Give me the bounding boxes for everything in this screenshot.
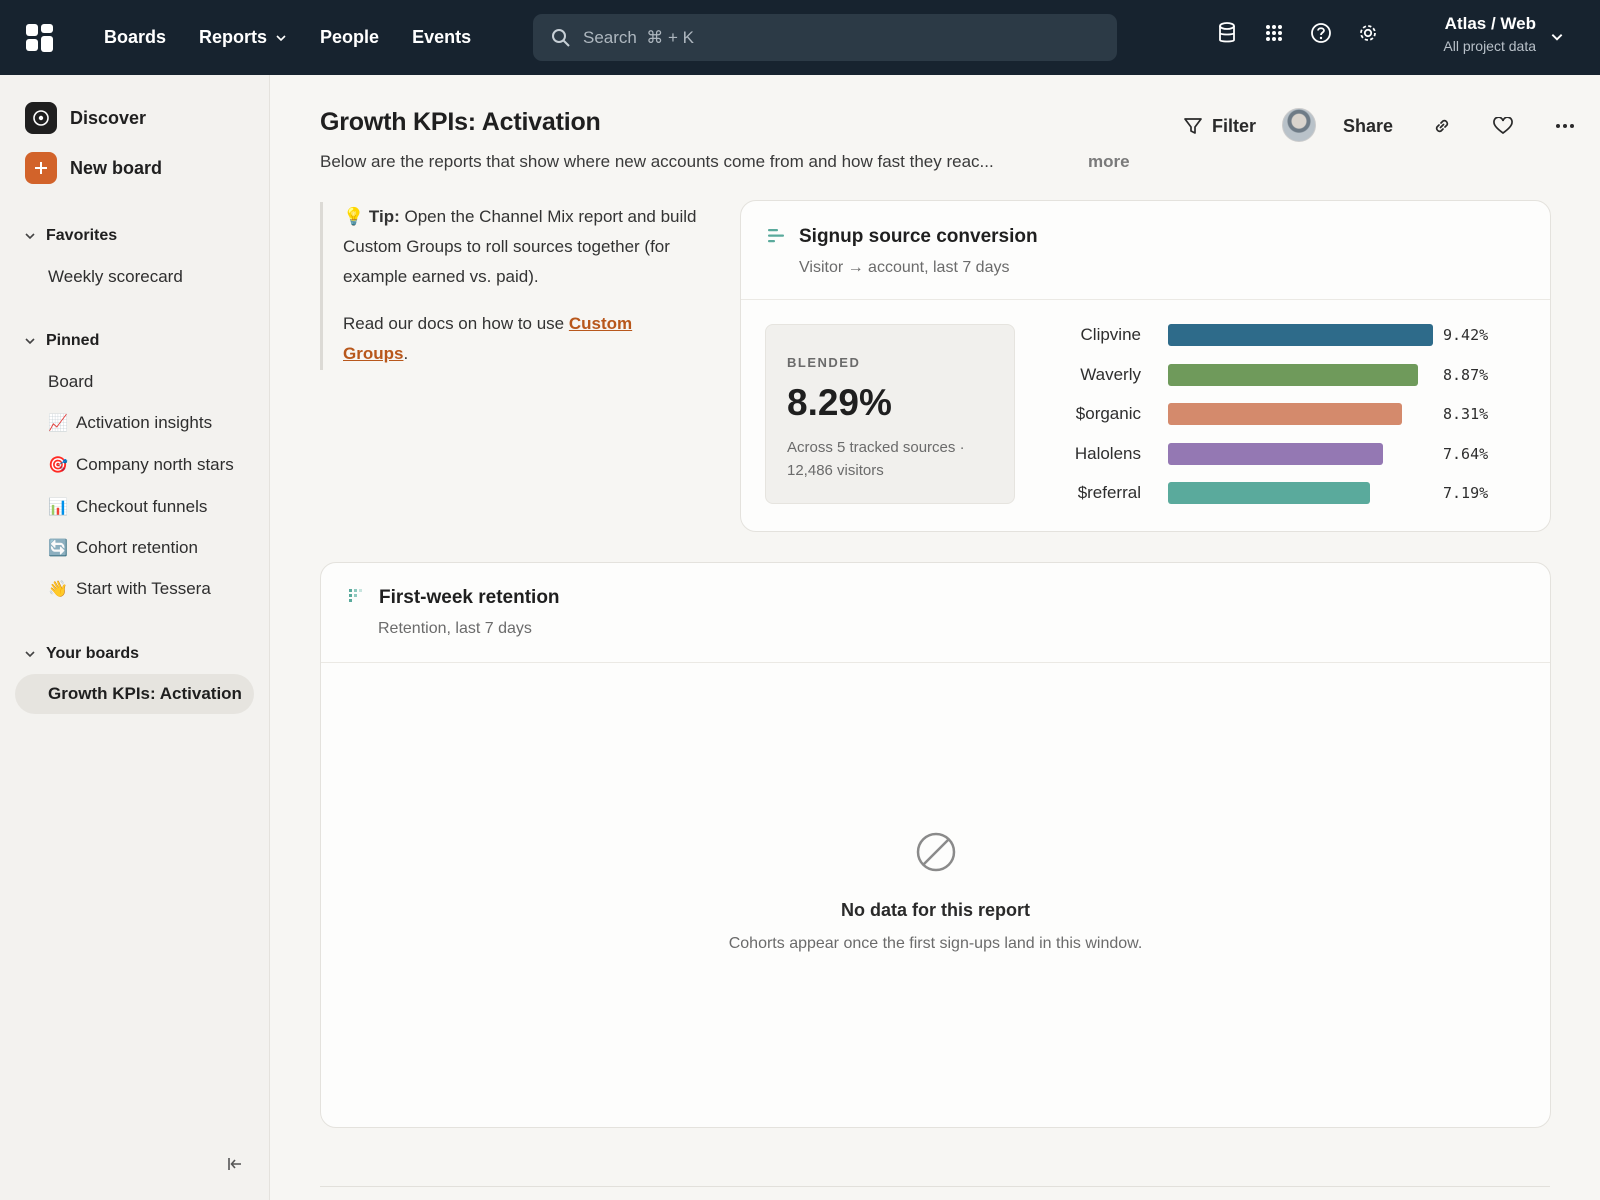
- bar-row[interactable]: Clipvine 9.42%: [1041, 323, 1511, 349]
- bar-value-label: 7.64%: [1443, 444, 1489, 463]
- project-scope: All project data: [1443, 38, 1536, 54]
- top-bar: Boards Reports People Events Atlas / Web…: [0, 0, 1600, 75]
- bar-row[interactable]: $referral 7.19%: [1041, 481, 1511, 507]
- retention-grid-icon: [349, 589, 362, 602]
- no-data-icon: [916, 832, 955, 872]
- more-link[interactable]: more: [1088, 152, 1130, 172]
- card-title[interactable]: Signup source conversion: [799, 226, 1038, 248]
- divider: [320, 1186, 1550, 1187]
- discover-link[interactable]: Discover: [25, 102, 146, 134]
- chevron-down-icon: [25, 233, 35, 240]
- lightbulb-icon: 💡: [343, 207, 365, 226]
- avatar[interactable]: [1282, 108, 1316, 142]
- sidebar-item-weekly-scorecard[interactable]: Weekly scorecard: [48, 267, 183, 287]
- wave-hand-icon: 👋: [48, 581, 68, 598]
- nav-reports[interactable]: Reports: [199, 27, 287, 48]
- pinned-section-toggle[interactable]: Pinned: [24, 332, 99, 350]
- sidebar-item-board[interactable]: Board: [48, 372, 93, 392]
- plus-icon: [25, 152, 57, 184]
- sidebar-item-start-with-tessera[interactable]: 👋 Start with Tessera: [48, 579, 211, 599]
- target-icon: 🎯: [48, 457, 68, 474]
- bar: [1168, 482, 1371, 504]
- bar-label: $referral: [1077, 483, 1141, 502]
- project-name: Atlas / Web: [1444, 14, 1536, 33]
- bar-row[interactable]: $organic 8.31%: [1041, 402, 1511, 428]
- blended-label: BLENDED: [787, 355, 861, 370]
- bar-label: Halolens: [1074, 443, 1141, 463]
- signup-source-conversion-card: Signup source conversion Visitor → accou…: [740, 200, 1551, 532]
- card-divider: [321, 662, 1550, 663]
- card-divider: [741, 299, 1550, 300]
- bar-value-label: 7.19%: [1443, 484, 1489, 502]
- tip-label: Tip:: [368, 207, 400, 226]
- bar-value-label: 8.31%: [1443, 405, 1489, 423]
- search-icon: [552, 28, 570, 47]
- bar: [1168, 363, 1418, 386]
- share-button[interactable]: Share: [1343, 116, 1393, 137]
- tip-callout: 💡 Tip: Open the Channel Mix report and b…: [320, 202, 700, 370]
- heart-icon[interactable]: [1491, 114, 1515, 138]
- main-nav: Boards Reports People Events: [104, 0, 471, 75]
- nav-events[interactable]: Events: [412, 27, 471, 48]
- bar-label: Clipvine: [1080, 325, 1141, 344]
- help-icon[interactable]: [1310, 22, 1332, 44]
- favorites-section-toggle[interactable]: Favorites: [24, 227, 117, 245]
- card-subtitle: Visitor → account, last 7 days: [799, 259, 1010, 276]
- chevron-down-icon: [25, 651, 35, 658]
- apps-grid-icon[interactable]: [1263, 22, 1285, 44]
- filter-icon: [1184, 118, 1202, 134]
- blended-note: Across 5 tracked sources · 12,486 visito…: [787, 439, 965, 479]
- compass-icon: [25, 102, 57, 134]
- database-icon[interactable]: [1216, 22, 1238, 44]
- bar-chart-icon: [768, 229, 784, 243]
- docs-prefix: Read our docs on how to use: [343, 314, 565, 333]
- search-input[interactable]: [583, 27, 1083, 48]
- chevron-down-icon[interactable]: [1550, 30, 1564, 44]
- sidebar-item-checkout-funnels[interactable]: 📊 Checkout funnels: [48, 497, 207, 517]
- sidebar-item-activation-insights[interactable]: 📈 Activation insights: [48, 413, 212, 433]
- nav-people[interactable]: People: [320, 27, 379, 48]
- bar-chart-icon: 📊: [48, 499, 68, 516]
- collapse-sidebar-icon[interactable]: [226, 1155, 244, 1173]
- blended-value: 8.29%: [787, 382, 892, 423]
- sidebar-item-company-north-stars[interactable]: 🎯 Company north stars: [48, 455, 234, 475]
- settings-icon[interactable]: [1357, 22, 1379, 44]
- new-board-button[interactable]: New board: [25, 152, 162, 184]
- sidebar-item-growth-kpis-activation[interactable]: Growth KPIs: Activation: [15, 674, 254, 714]
- bar: [1168, 403, 1402, 425]
- chevron-down-icon: [276, 34, 286, 41]
- link-icon[interactable]: [1430, 114, 1454, 138]
- blended-summary: BLENDED 8.29% Across 5 tracked sources ·…: [765, 324, 1015, 504]
- filter-button[interactable]: Filter: [1183, 106, 1256, 146]
- card-title[interactable]: First-week retention: [379, 587, 560, 609]
- sidebar-item-cohort-retention[interactable]: 🔄 Cohort retention: [48, 538, 198, 558]
- board-description: Below are the reports that show where ne…: [320, 152, 994, 171]
- chart-up-icon: 📈: [48, 415, 68, 432]
- search-bar[interactable]: [533, 14, 1117, 61]
- nav-boards[interactable]: Boards: [104, 27, 166, 48]
- more-options-icon[interactable]: [1553, 114, 1577, 138]
- bar-label: $organic: [1075, 404, 1141, 423]
- empty-state-title: No data for this report: [840, 900, 1030, 920]
- top-icons: [1216, 22, 1379, 44]
- bar-row[interactable]: Waverly 8.87%: [1041, 363, 1511, 389]
- page-title: Growth KPIs: Activation: [320, 108, 601, 136]
- app-logo-icon[interactable]: [26, 24, 54, 52]
- bar-value-label: 8.87%: [1443, 365, 1489, 384]
- first-week-retention-card: First-week retention Retention, last 7 d…: [320, 562, 1551, 1128]
- empty-state-text: Cohorts appear once the first sign-ups l…: [728, 935, 1143, 952]
- bar: [1168, 442, 1383, 465]
- bar-value-label: 9.42%: [1443, 326, 1489, 344]
- chevron-down-icon: [25, 338, 35, 345]
- bar: [1168, 324, 1433, 346]
- card-subtitle: Retention, last 7 days: [378, 620, 532, 637]
- bar-label: Waverly: [1080, 364, 1141, 384]
- empty-state: No data for this report Cohorts appear o…: [321, 831, 1550, 953]
- bar-row[interactable]: Halolens 7.64%: [1041, 442, 1511, 468]
- repeat-icon: 🔄: [48, 540, 68, 557]
- project-switcher[interactable]: Atlas / Web All project data: [1443, 14, 1536, 54]
- your-boards-section-toggle[interactable]: Your boards: [24, 645, 139, 663]
- sidebar: Discover New board Favorites Weekly scor…: [0, 75, 270, 1200]
